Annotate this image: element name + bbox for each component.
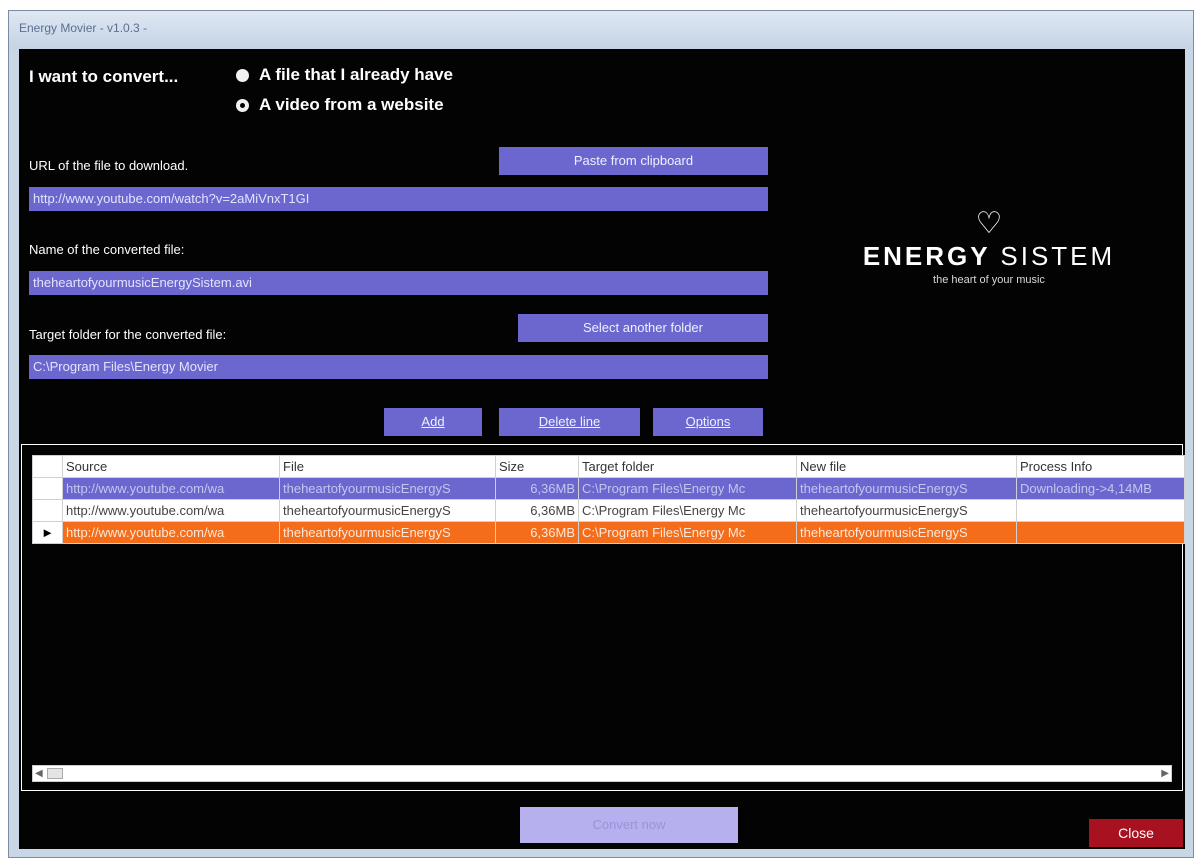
- paste-clipboard-button[interactable]: Paste from clipboard: [499, 147, 768, 175]
- cell-new-file: theheartofyourmusicEnergyS: [796, 477, 1017, 500]
- cell-new-file: theheartofyourmusicEnergyS: [796, 521, 1017, 544]
- table-row[interactable]: http://www.youtube.com/wa theheartofyour…: [32, 499, 1185, 522]
- table-row-selected[interactable]: ► http://www.youtube.com/wa theheartofyo…: [32, 521, 1185, 544]
- cell-source: http://www.youtube.com/wa: [62, 477, 280, 500]
- options-button[interactable]: Options: [653, 408, 763, 436]
- brand-tagline: the heart of your music: [933, 274, 1045, 286]
- cell-size: 6,36MB: [495, 521, 579, 544]
- cell-source: http://www.youtube.com/wa: [62, 521, 280, 544]
- cell-source: http://www.youtube.com/wa: [62, 499, 280, 522]
- row-selector[interactable]: [32, 499, 63, 522]
- add-button[interactable]: Add: [384, 408, 482, 436]
- scroll-thumb[interactable]: [47, 768, 63, 779]
- convert-prompt: I want to convert...: [29, 67, 179, 86]
- table-header: Source File Size Target folder New file …: [32, 455, 1185, 478]
- cell-target: C:\Program Files\Energy Mc: [578, 521, 797, 544]
- radio-file-label: A file that I already have: [259, 65, 453, 84]
- cell-target: C:\Program Files\Energy Mc: [578, 477, 797, 500]
- cell-new-file: theheartofyourmusicEnergyS: [796, 499, 1017, 522]
- delete-line-button[interactable]: Delete line: [499, 408, 640, 436]
- heart-icon: ♡: [975, 207, 1003, 240]
- column-header[interactable]: Size: [495, 455, 579, 478]
- radio-video-label: A video from a website: [259, 95, 444, 114]
- scroll-left-icon[interactable]: ◀: [35, 766, 43, 781]
- radio-checked-icon: [236, 98, 249, 112]
- cell-file: theheartofyourmusicEnergyS: [279, 499, 496, 522]
- radio-video-option[interactable]: A video from a website: [236, 95, 444, 115]
- column-header[interactable]: File: [279, 455, 496, 478]
- column-header[interactable]: New file: [796, 455, 1017, 478]
- cell-size: 6,36MB: [495, 499, 579, 522]
- app-window: Energy Movier - v1.0.3 - I want to conve…: [8, 10, 1194, 858]
- close-button[interactable]: Close: [1089, 819, 1183, 847]
- filename-label: Name of the converted file:: [29, 242, 185, 257]
- header-selector: [32, 455, 63, 478]
- brand-bold: ENERGY: [862, 241, 991, 271]
- cell-file: theheartofyourmusicEnergyS: [279, 477, 496, 500]
- column-header[interactable]: Target folder: [578, 455, 797, 478]
- brand-name: ENERGY SISTEM: [839, 241, 1139, 272]
- convert-now-button[interactable]: Convert now: [520, 807, 738, 843]
- cell-file: theheartofyourmusicEnergyS: [279, 521, 496, 544]
- title-bar: Energy Movier - v1.0.3 -: [9, 11, 1193, 49]
- radio-file-option[interactable]: A file that I already have: [236, 65, 453, 85]
- cell-process-info: Downloading->4,14MB: [1016, 477, 1185, 500]
- main-panel: I want to convert... A file that I alrea…: [19, 49, 1185, 849]
- cell-size: 6,36MB: [495, 477, 579, 500]
- table-row[interactable]: http://www.youtube.com/wa theheartofyour…: [32, 477, 1185, 500]
- cell-process-info: [1016, 521, 1185, 544]
- column-header[interactable]: Source: [62, 455, 280, 478]
- horizontal-scrollbar[interactable]: ◀ ▶: [32, 765, 1172, 782]
- filename-input[interactable]: theheartofyourmusicEnergySistem.avi: [29, 271, 768, 295]
- radio-unchecked-icon: [236, 68, 249, 82]
- column-header[interactable]: Process Info: [1016, 455, 1185, 478]
- select-folder-button[interactable]: Select another folder: [518, 314, 768, 342]
- row-pointer-icon[interactable]: ►: [32, 521, 63, 544]
- queue-table: Source File Size Target folder New file …: [32, 455, 1185, 544]
- target-folder-label: Target folder for the converted file:: [29, 327, 227, 342]
- window-title: Energy Movier - v1.0.3 -: [19, 21, 148, 35]
- brand-logo: ♡ ENERGY SISTEM the heart of your music: [839, 207, 1139, 287]
- cell-process-info: [1016, 499, 1185, 522]
- scroll-right-icon[interactable]: ▶: [1161, 766, 1169, 781]
- queue-table-panel: Source File Size Target folder New file …: [21, 444, 1185, 791]
- target-folder-input[interactable]: C:\Program Files\Energy Movier: [29, 355, 768, 379]
- cell-target: C:\Program Files\Energy Mc: [578, 499, 797, 522]
- url-label: URL of the file to download.: [29, 158, 189, 173]
- brand-light: SISTEM: [1000, 241, 1116, 271]
- row-selector[interactable]: [32, 477, 63, 500]
- url-input[interactable]: http://www.youtube.com/watch?v=2aMiVnxT1…: [29, 187, 768, 211]
